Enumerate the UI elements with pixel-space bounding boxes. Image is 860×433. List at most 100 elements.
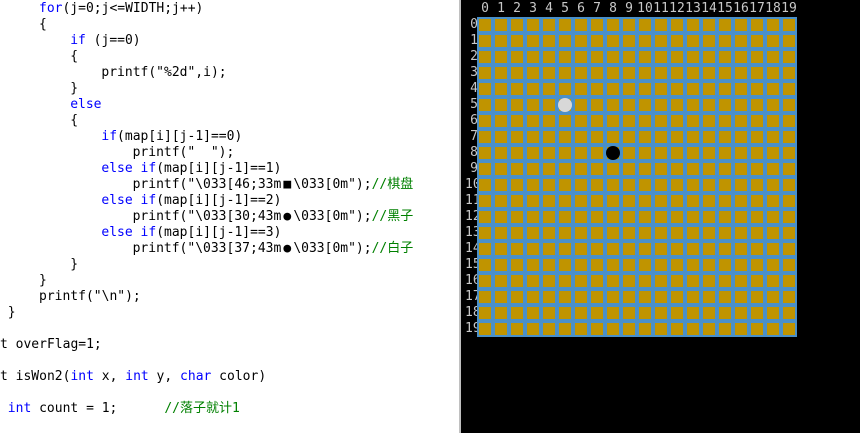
board-cell <box>751 211 763 223</box>
board-cell <box>735 275 747 287</box>
code-token: { <box>39 17 47 32</box>
board-cell <box>719 211 731 223</box>
board-cell <box>703 243 715 255</box>
board-cell <box>511 115 523 127</box>
column-header: 2 <box>513 1 521 16</box>
board-cell <box>751 179 763 191</box>
board-cell <box>623 275 635 287</box>
board-cell <box>495 307 507 319</box>
board-cell <box>543 307 555 319</box>
code-keyword: else <box>70 97 102 112</box>
board-cell <box>687 323 699 335</box>
board-cell <box>591 163 603 175</box>
board-cell <box>559 163 571 175</box>
board-cell <box>767 243 779 255</box>
board-cell <box>479 259 491 271</box>
board-cell <box>767 99 779 111</box>
code-token: { <box>70 113 79 128</box>
code-token: } <box>70 257 79 272</box>
board-cell <box>639 51 651 63</box>
board-cell <box>543 131 555 143</box>
board-cell <box>687 67 699 79</box>
board-cell <box>495 67 507 79</box>
code-line: t overFlag=1; <box>0 337 102 353</box>
board-cell <box>575 307 587 319</box>
board-cell <box>607 259 619 271</box>
board-cell <box>655 259 667 271</box>
board-cell <box>655 195 667 207</box>
board-cell <box>751 131 763 143</box>
board-cell <box>543 243 555 255</box>
board-cell <box>559 307 571 319</box>
board-cell <box>591 83 603 95</box>
board-cell <box>607 19 619 31</box>
board-cell <box>735 195 747 207</box>
board-cell <box>607 99 619 111</box>
column-header: 9 <box>625 1 633 16</box>
board-cell <box>527 19 539 31</box>
board-cell <box>527 163 539 175</box>
board-cell <box>607 307 619 319</box>
board-cell <box>719 51 731 63</box>
code-token: printf("\033[37;43m <box>132 241 282 256</box>
board-cell <box>575 115 587 127</box>
board-cell <box>495 147 507 159</box>
code-token: } <box>7 305 16 320</box>
board-cell <box>607 51 619 63</box>
board-cell <box>751 163 763 175</box>
board-cell <box>591 147 603 159</box>
board-cell <box>703 275 715 287</box>
code-keyword: int <box>70 369 94 384</box>
board-cell <box>559 51 571 63</box>
board-cell <box>783 115 795 127</box>
board-cell <box>543 227 555 239</box>
column-header: 19 <box>781 1 797 16</box>
board-cell <box>591 211 603 223</box>
board-cell <box>783 19 795 31</box>
code-token: t isWon2( <box>0 369 71 384</box>
board-cell <box>719 195 731 207</box>
board-cell <box>671 243 683 255</box>
board-cell <box>735 163 747 175</box>
board-cell <box>495 163 507 175</box>
board-cell <box>479 131 491 143</box>
board-cell <box>575 163 587 175</box>
code-line: else if(map[i][j-1]==1) <box>101 161 281 177</box>
board-cell <box>527 275 539 287</box>
board-cell <box>719 131 731 143</box>
board-cell <box>767 147 779 159</box>
board-cell <box>479 243 491 255</box>
board-cell <box>559 147 571 159</box>
code-token: printf(" "); <box>132 145 235 160</box>
board-cell <box>527 83 539 95</box>
board-cell <box>671 115 683 127</box>
board-cell <box>511 131 523 143</box>
board-cell <box>639 227 651 239</box>
column-header: 7 <box>593 1 601 16</box>
board-cell <box>543 19 555 31</box>
board-cell <box>671 163 683 175</box>
column-header: 0 <box>481 1 489 16</box>
code-comment: //白子 <box>371 241 414 256</box>
code-token: color) <box>211 369 267 384</box>
board-cell <box>767 131 779 143</box>
board-cell <box>559 211 571 223</box>
board-cell <box>527 291 539 303</box>
board-cell <box>703 115 715 127</box>
board-cell <box>623 243 635 255</box>
board-cell <box>575 67 587 79</box>
board-cell <box>655 291 667 303</box>
code-keyword: for <box>39 1 63 16</box>
board-cell <box>767 323 779 335</box>
board-cell <box>735 179 747 191</box>
board-cell <box>735 291 747 303</box>
board-cell <box>527 323 539 335</box>
board-cell <box>623 131 635 143</box>
board-cell <box>687 99 699 111</box>
board-cell <box>607 115 619 127</box>
board-cell <box>719 115 731 127</box>
code-editor[interactable]: for(j=0;j<=WIDTH;j++){if (j==0){printf("… <box>0 0 459 433</box>
board-cell <box>639 131 651 143</box>
board-cell <box>767 179 779 191</box>
